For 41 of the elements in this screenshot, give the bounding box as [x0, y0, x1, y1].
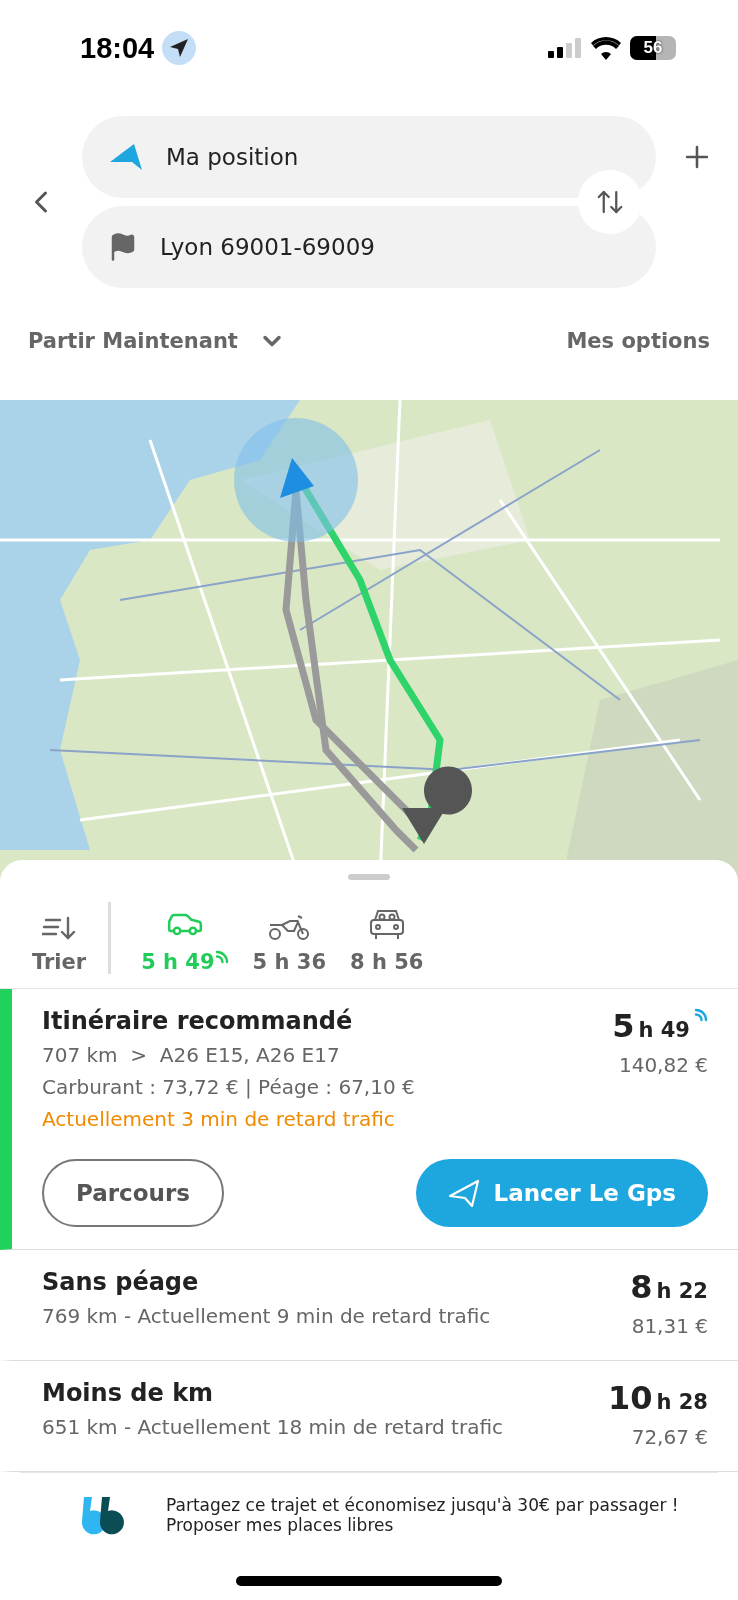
route-card[interactable]: Itinéraire recommandé 707 km > A26 E15, A26 E17 Carburant : 73,72 € | Péage : 67,10 € Actuellement 3 min de retard trafic 5 h 49 140,82 € Parcours Lancer Le Gps: [0, 989, 738, 1250]
route-title: Itinéraire recommandé: [42, 1007, 353, 1035]
route-detail: Carburant : 73,72 € | Péage : 67,10 €: [42, 1075, 415, 1099]
options-link[interactable]: Mes options: [566, 329, 710, 353]
offer-seats-link[interactable]: Proposer mes places libres: [166, 1515, 679, 1535]
route-title: Moins de km: [42, 1379, 214, 1407]
location-field[interactable]: Lyon 69001-69009: [82, 206, 656, 288]
route-price: 81,31 €: [631, 1314, 708, 1338]
route-detail: 769 km - Actuellement 9 min de retard trafic: [42, 1304, 491, 1328]
transport-mode-tab[interactable]: 8 h 56: [338, 906, 436, 974]
location-field[interactable]: Ma position: [82, 116, 656, 198]
duration-minutes: h 49: [638, 1018, 690, 1042]
duration-minutes: h 28: [656, 1390, 708, 1414]
departure-dropdown[interactable]: Partir Maintenant: [28, 327, 286, 355]
duration-minutes: h 22: [656, 1279, 708, 1303]
navigation-icon: [447, 1178, 482, 1208]
sheet-handle[interactable]: [348, 874, 390, 880]
duration-hours: 10: [607, 1379, 653, 1417]
wifi-icon: [590, 36, 622, 60]
route-detail: 707 km > A26 E15, A26 E17: [42, 1043, 341, 1067]
route-card[interactable]: Moins de km 651 km - Actuellement 18 min de retard trafic 10 h 28 72,67 €: [0, 1361, 738, 1472]
motorcycle-icon: [268, 912, 311, 942]
navigation-arrow-icon: [108, 142, 144, 172]
signal-icon: [548, 38, 582, 58]
route-price: 140,82 €: [618, 1053, 708, 1077]
duration-hours: 5: [612, 1007, 635, 1045]
route-detail: 651 km - Actuellement 18 min de retard trafic: [42, 1415, 503, 1439]
route-card[interactable]: Sans péage 769 km - Actuellement 9 min de retard trafic 8 h 22 81,31 €: [0, 1250, 738, 1361]
location-value: Lyon 69001-69009: [160, 234, 375, 260]
transport-mode-tab[interactable]: 5 h 36: [240, 912, 338, 974]
route-details-button[interactable]: Parcours: [42, 1159, 224, 1227]
sort-button[interactable]: Trier: [20, 914, 99, 974]
sort-icon: [42, 914, 77, 942]
traffic-delay: Actuellement 3 min de retard trafic: [42, 1107, 396, 1131]
route-price: 72,67 €: [631, 1425, 708, 1449]
carpool-logo: [80, 1495, 126, 1535]
duration-hours: 8: [630, 1268, 653, 1306]
promo-text: Partagez ce trajet et économisez jusqu'à 30€ par passager !: [166, 1495, 679, 1515]
status-time: 18:04: [80, 31, 155, 65]
location-value: Ma position: [166, 144, 299, 170]
route-title: Sans péage: [42, 1268, 199, 1296]
